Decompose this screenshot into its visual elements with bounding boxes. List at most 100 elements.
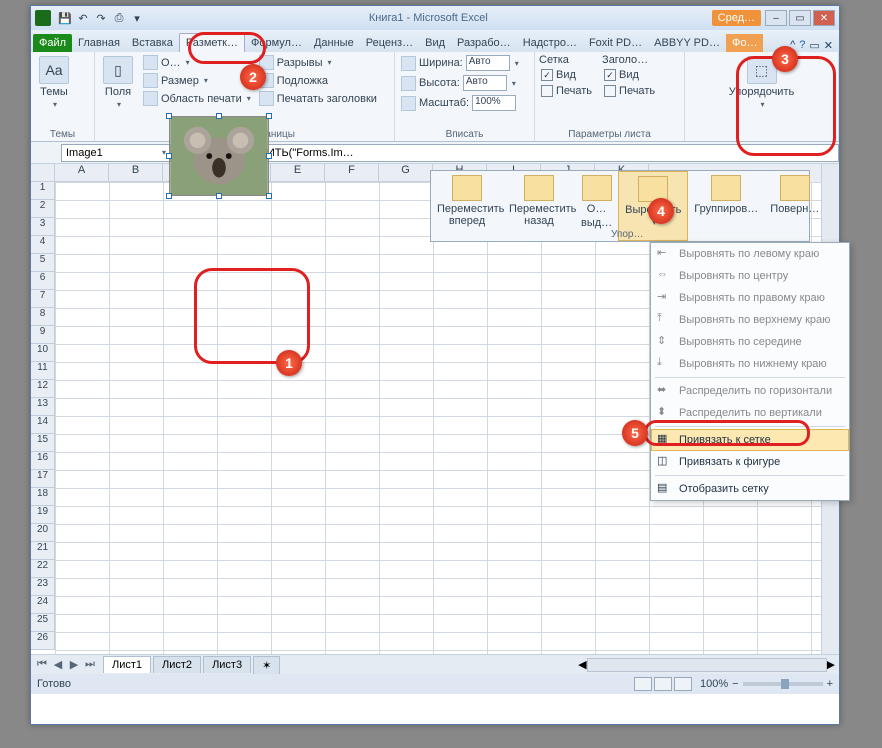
maximize-button[interactable]: ▭ xyxy=(789,10,811,26)
zoom-slider[interactable] xyxy=(743,682,823,686)
tab-nav-next[interactable]: ▶ xyxy=(67,658,81,671)
width-icon xyxy=(401,56,416,71)
view-gridlines-item[interactable]: ▤Отобразить сетку xyxy=(651,478,849,500)
breaks-button[interactable]: Разрывы▾ xyxy=(257,54,379,71)
sheet-tab-1[interactable]: Лист1 xyxy=(103,656,151,673)
view-layout-icon[interactable] xyxy=(654,677,672,691)
snap-to-grid-item[interactable]: ▦Привязать к сетке xyxy=(651,429,849,451)
head-view-checkbox[interactable]: ✓ xyxy=(604,69,616,81)
scale-input[interactable]: 100% xyxy=(472,95,516,111)
zoom-out-button[interactable]: − xyxy=(732,678,738,690)
themes-button[interactable]: Aa Темы▾ xyxy=(35,54,73,111)
new-sheet-button[interactable]: ✶ xyxy=(253,656,280,674)
align-right-item[interactable]: ⇥Выровнять по правому краю xyxy=(651,287,849,309)
width-input[interactable]: Авто xyxy=(466,55,510,71)
rotate-button[interactable]: Поверн… xyxy=(764,171,825,241)
align-center-item[interactable]: ⇔Выровнять по центру xyxy=(651,265,849,287)
arrange-popup: Переместить вперед Переместить назад О…в… xyxy=(430,170,810,242)
selection-pane-icon xyxy=(582,175,612,201)
scale-label: Масштаб: xyxy=(419,97,469,109)
formula-input[interactable]: =ВНЕДРИТЬ("Forms.Im… xyxy=(218,144,839,162)
align-top-item[interactable]: ⤒Выровнять по верхнему краю xyxy=(651,309,849,331)
align-middle-item[interactable]: ⇕Выровнять по середине xyxy=(651,331,849,353)
sheet-tab-bar: ⏮◀▶⏭ Лист1 Лист2 Лист3 ✶ ◀▶ xyxy=(31,654,839,674)
qat-save-icon[interactable]: 💾 xyxy=(57,10,73,26)
grid-print-checkbox[interactable] xyxy=(541,85,553,97)
doc-close-icon[interactable]: ✕ xyxy=(824,39,833,52)
formula-bar: Image1▾ ✕ ✓ fx =ВНЕДРИТЬ("Forms.Im… xyxy=(31,142,839,164)
tab-foxit[interactable]: Foxit PD… xyxy=(583,34,648,52)
print-area-button[interactable]: Область печати▾ xyxy=(141,90,253,107)
tab-nav-prev[interactable]: ◀ xyxy=(51,658,65,671)
tab-formulas[interactable]: Формул… xyxy=(245,34,308,52)
margins-button[interactable]: ▯Поля▾ xyxy=(99,54,137,111)
tab-developer[interactable]: Разрабо… xyxy=(451,34,517,52)
tab-abbyy[interactable]: ABBYY PD… xyxy=(648,34,726,52)
callout-badge-2: 2 xyxy=(240,64,266,90)
distribute-v-item[interactable]: ⬍Распределить по вертикали xyxy=(651,402,849,424)
print-titles-button[interactable]: Печатать заголовки xyxy=(257,90,379,107)
tab-format[interactable]: Фо… xyxy=(726,34,763,52)
name-box[interactable]: Image1▾ xyxy=(61,144,171,162)
orientation-button[interactable]: О…▾ xyxy=(141,54,253,71)
view-grid-icon: ▤ xyxy=(657,481,673,497)
callout-badge-4: 4 xyxy=(648,198,674,224)
row-headers[interactable]: 1234567891011121314151617181920212223242… xyxy=(31,182,55,650)
view-normal-icon[interactable] xyxy=(634,677,652,691)
height-label: Высота: xyxy=(419,77,460,89)
tab-view[interactable]: Вид xyxy=(419,34,451,52)
select-all-corner[interactable] xyxy=(31,164,55,182)
zoom-in-button[interactable]: + xyxy=(827,678,833,690)
head-print-checkbox[interactable] xyxy=(604,85,616,97)
sheet-tab-2[interactable]: Лист2 xyxy=(153,656,201,673)
bring-forward-icon xyxy=(452,175,482,201)
window-options-icon[interactable]: ▭ xyxy=(809,39,819,52)
size-button[interactable]: Размер▾ xyxy=(141,72,253,89)
qat-dropdown-icon[interactable]: ▾ xyxy=(129,10,145,26)
contextual-tab-label: Сред… xyxy=(712,10,761,26)
grid-view-checkbox[interactable]: ✓ xyxy=(541,69,553,81)
tab-nav-first[interactable]: ⏮ xyxy=(35,658,49,671)
size-icon xyxy=(143,73,158,88)
tab-insert[interactable]: Вставка xyxy=(126,34,179,52)
tab-nav-last[interactable]: ⏭ xyxy=(83,658,97,671)
align-middle-icon: ⇕ xyxy=(657,334,673,350)
align-center-icon: ⇔ xyxy=(657,268,673,284)
height-icon xyxy=(401,76,416,91)
tab-addins[interactable]: Надстро… xyxy=(517,34,583,52)
qat-print-icon[interactable]: ⎙ xyxy=(111,10,127,26)
tab-data[interactable]: Данные xyxy=(308,34,360,52)
callout-badge-3: 3 xyxy=(772,46,798,72)
align-left-item[interactable]: ⇤Выровнять по левому краю xyxy=(651,243,849,265)
background-button[interactable]: Подложка xyxy=(257,72,379,89)
close-button[interactable]: ✕ xyxy=(813,10,835,26)
help-icon[interactable]: ? xyxy=(799,39,805,52)
ribbon: Aa Темы▾ Темы ▯Поля▾ О…▾ Размер▾ Область… xyxy=(31,52,839,142)
bring-forward-button[interactable]: Переместить вперед xyxy=(431,171,503,241)
horizontal-scrollbar[interactable]: ◀▶ xyxy=(280,658,839,672)
window-title: Книга1 - Microsoft Excel xyxy=(145,12,712,24)
group-button[interactable]: Группиров… xyxy=(688,171,764,241)
zoom-level[interactable]: 100% xyxy=(700,678,728,690)
view-break-icon[interactable] xyxy=(674,677,692,691)
height-input[interactable]: Авто xyxy=(463,75,507,91)
group-scale-label: Вписать xyxy=(399,128,530,141)
tab-home[interactable]: Главная xyxy=(72,34,126,52)
tab-file[interactable]: Файл xyxy=(33,34,72,52)
qat-undo-icon[interactable]: ↶ xyxy=(75,10,91,26)
minimize-button[interactable]: – xyxy=(765,10,787,26)
distribute-h-item[interactable]: ⬌Распределить по горизонтали xyxy=(651,380,849,402)
align-bottom-item[interactable]: ⤓Выровнять по нижнему краю xyxy=(651,353,849,375)
headings-label: Заголо… xyxy=(602,54,657,66)
snap-to-shape-item[interactable]: ◫Привязать к фигуре xyxy=(651,451,849,473)
qat-redo-icon[interactable]: ↷ xyxy=(93,10,109,26)
margins-icon: ▯ xyxy=(103,56,133,84)
tab-review[interactable]: Реценз… xyxy=(360,34,419,52)
scale-icon xyxy=(401,96,416,111)
snap-grid-icon: ▦ xyxy=(657,432,673,448)
send-back-button[interactable]: Переместить назад xyxy=(503,171,575,241)
sheet-tab-3[interactable]: Лист3 xyxy=(203,656,251,673)
tab-page-layout[interactable]: Разметк… xyxy=(179,33,245,52)
group-icon xyxy=(711,175,741,201)
embedded-image-object[interactable] xyxy=(169,116,269,196)
